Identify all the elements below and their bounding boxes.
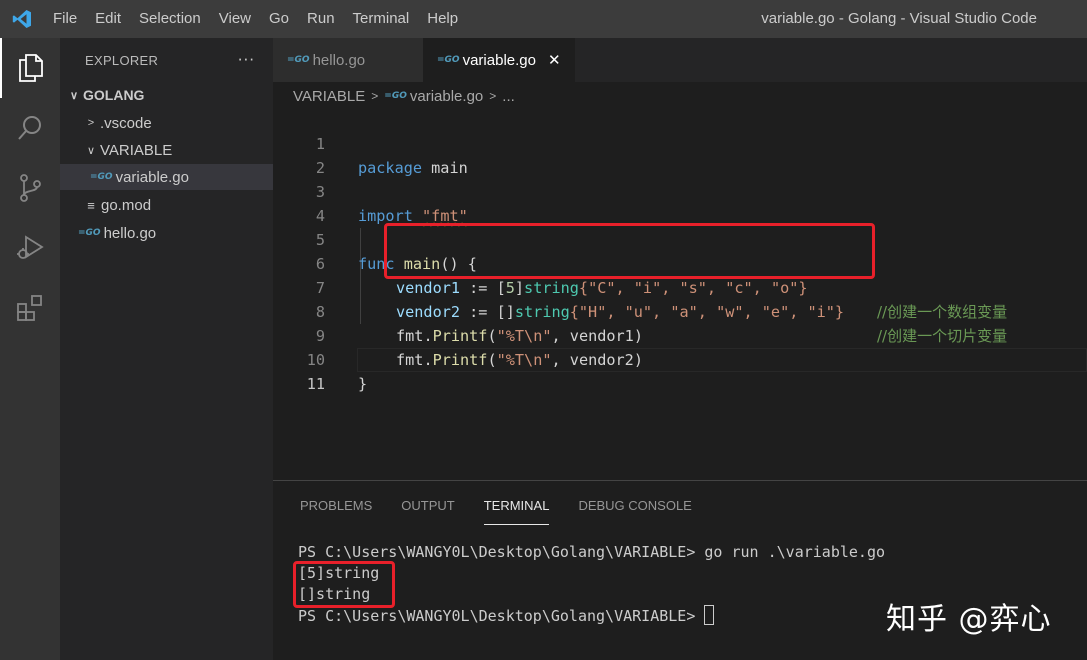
code-line: 4: [273, 180, 1087, 225]
menu-file[interactable]: File: [44, 0, 86, 38]
menu-selection[interactable]: Selection: [130, 0, 210, 38]
highlight-box-output: [293, 561, 395, 608]
tab-terminal[interactable]: TERMINAL: [483, 495, 550, 525]
activity-bar: [0, 38, 60, 660]
code-line: 9 fmt.Printf("%T\n", vendor2): [273, 300, 1087, 369]
file-lines-icon: ≡: [87, 197, 95, 213]
workspace-root[interactable]: ∨ GOLANG: [60, 82, 273, 108]
code-line: 11: [273, 348, 1087, 393]
menu-terminal[interactable]: Terminal: [344, 0, 419, 38]
tab-variable-go[interactable]: =GO variable.go ✕: [423, 38, 575, 82]
go-file-icon: =GO: [384, 91, 407, 101]
extensions-icon[interactable]: [0, 278, 60, 338]
source-control-icon[interactable]: [0, 158, 60, 218]
explorer-sidebar: EXPLORER ··· ∨ GOLANG > .vscode ∨ VARIAB…: [60, 38, 273, 660]
workspace-root-label: GOLANG: [83, 87, 145, 103]
tree-item-go-mod[interactable]: ≡ go.mod: [60, 192, 273, 218]
menu-go[interactable]: Go: [260, 0, 298, 38]
breadcrumb-file[interactable]: variable.go: [410, 88, 483, 105]
tree-item-label: hello.go: [103, 224, 157, 242]
window-title: variable.go - Golang - Visual Studio Cod…: [761, 10, 1037, 27]
code-line: 8 fmt.Printf("%T\n", vendor1): [273, 276, 1087, 345]
code-line: 3 import "fmt": [273, 156, 1087, 225]
terminal-cursor: [704, 605, 715, 625]
terminal-prompt[interactable]: PS C:\Users\WANGY0L\Desktop\Golang\VARIA…: [298, 605, 715, 627]
tree-item-label: go.mod: [101, 196, 152, 214]
breadcrumb-folder[interactable]: VARIABLE: [293, 88, 365, 105]
chevron-right-icon: >: [371, 89, 379, 103]
explorer-title: EXPLORER: [85, 52, 159, 68]
search-icon[interactable]: [0, 98, 60, 158]
code-line: 10 }: [273, 324, 1087, 393]
explorer-header: EXPLORER ···: [60, 38, 273, 82]
watermark: 知乎 @弈心: [886, 602, 1052, 637]
line-number: 11: [306, 375, 325, 393]
breadcrumb-more[interactable]: ...: [502, 88, 515, 105]
tab-debug-console[interactable]: DEBUG CONSOLE: [578, 495, 691, 525]
menu-run[interactable]: Run: [298, 0, 344, 38]
code-editor[interactable]: 1 package main 2 3 import "fmt" 4 5 func…: [273, 108, 1087, 480]
go-file-icon: =GO: [78, 228, 101, 238]
go-file-icon: =GO: [90, 172, 113, 182]
terminal-prompt-text: PS C:\Users\WANGY0L\Desktop\Golang\VARIA…: [298, 607, 705, 625]
chevron-down-icon: ∨: [69, 89, 79, 102]
tab-label: hello.go: [312, 51, 366, 69]
go-file-icon: =GO: [437, 55, 460, 65]
go-file-icon: =GO: [287, 55, 310, 65]
chevron-down-icon: ∨: [86, 144, 96, 157]
tab-problems[interactable]: PROBLEMS: [300, 495, 372, 525]
run-debug-icon[interactable]: [0, 218, 60, 278]
code-line: 1 package main: [273, 108, 1087, 177]
code-token: }: [358, 375, 368, 393]
vscode-logo-icon: [0, 0, 44, 38]
code-line: 2: [273, 132, 1087, 177]
tree-item-variable-folder[interactable]: ∨ VARIABLE: [60, 137, 273, 163]
explorer-icon[interactable]: [0, 38, 60, 98]
tab-hello-go[interactable]: =GO hello.go: [273, 38, 423, 82]
tab-label: variable.go: [462, 51, 536, 69]
panel-tabs: PROBLEMS OUTPUT TERMINAL DEBUG CONSOLE: [300, 495, 721, 525]
menu-bar: File Edit Selection View Go Run Terminal…: [44, 0, 467, 38]
tree-item-variable-go[interactable]: =GO variable.go: [60, 164, 273, 190]
editor-tabs: =GO hello.go =GO variable.go ✕: [273, 38, 1087, 82]
breadcrumb: VARIABLE > =GO variable.go > ...: [293, 84, 515, 108]
tab-output[interactable]: OUTPUT: [401, 495, 454, 525]
menu-help[interactable]: Help: [418, 0, 467, 38]
menu-view[interactable]: View: [210, 0, 260, 38]
close-icon[interactable]: ✕: [548, 51, 561, 69]
menu-edit[interactable]: Edit: [86, 0, 130, 38]
tree-item-label: variable.go: [115, 168, 189, 186]
more-actions-icon[interactable]: ···: [238, 51, 255, 69]
tree-item-vscode[interactable]: > .vscode: [60, 110, 273, 136]
chevron-right-icon: >: [489, 89, 497, 103]
chevron-right-icon: >: [87, 117, 95, 129]
terminal-line: PS C:\Users\WANGY0L\Desktop\Golang\VARIA…: [298, 543, 885, 561]
tree-item-hello-go[interactable]: =GO hello.go: [60, 220, 273, 246]
tree-item-label: VARIABLE: [100, 141, 173, 159]
tree-item-label: .vscode: [100, 114, 152, 132]
highlight-box-code: [384, 223, 875, 279]
title-bar: File Edit Selection View Go Run Terminal…: [0, 0, 1087, 38]
